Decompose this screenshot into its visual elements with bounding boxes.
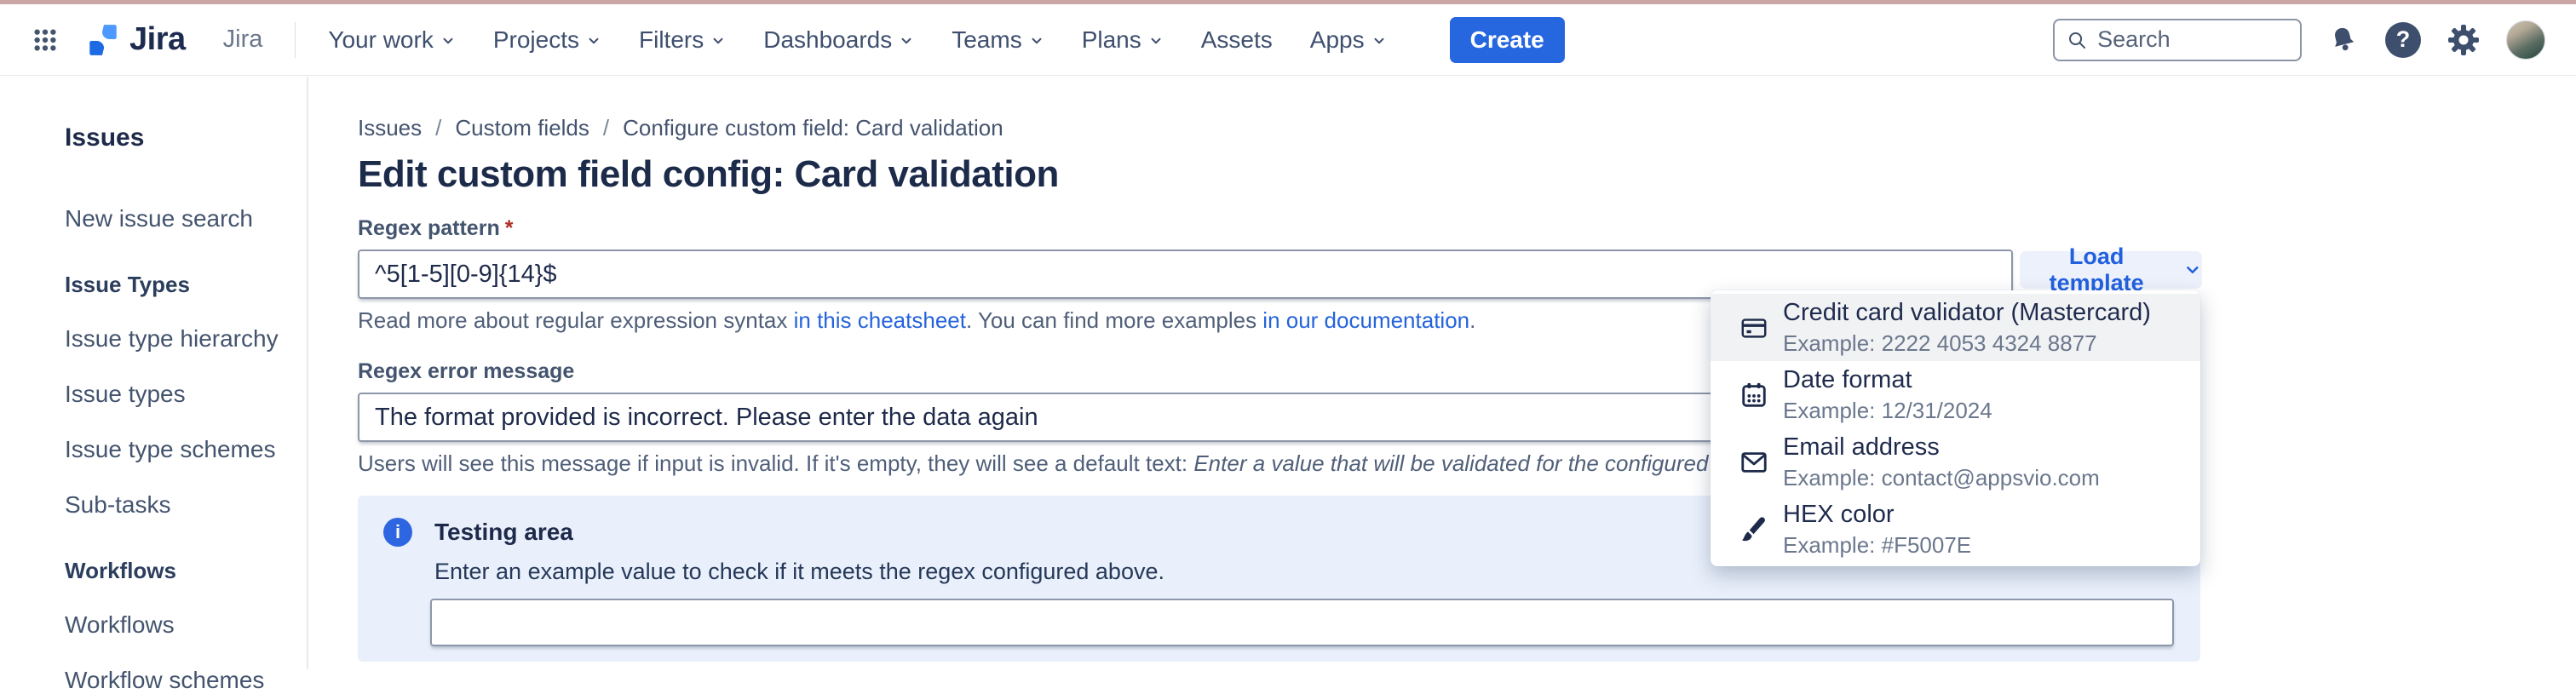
documentation-link[interactable]: in our documentation bbox=[1262, 307, 1469, 333]
top-navbar: Jira Jira Your work Projects Filters Das… bbox=[0, 4, 2576, 76]
help-icon[interactable]: ? bbox=[2385, 22, 2421, 58]
sidebar-item-new-issue-search[interactable]: New issue search bbox=[65, 205, 307, 232]
chevron-down-icon bbox=[903, 39, 911, 43]
info-icon: i bbox=[383, 518, 412, 547]
template-option-title: Credit card validator (Mastercard) bbox=[1783, 299, 2151, 327]
sidebar-title: Issues bbox=[65, 123, 307, 152]
sidebar-group-workflows: Workflows Workflow schemes bbox=[65, 611, 307, 694]
email-icon bbox=[1739, 448, 1768, 477]
testing-area-input[interactable] bbox=[430, 599, 2174, 646]
calendar-icon bbox=[1739, 381, 1768, 410]
jira-logo-icon bbox=[85, 22, 121, 58]
sidebar-item-issue-types[interactable]: Issue types bbox=[65, 381, 307, 408]
chevron-down-icon bbox=[1152, 39, 1159, 43]
navbar-left: Jira Jira Your work Projects Filters Das… bbox=[31, 17, 1565, 63]
template-option-date-format[interactable]: Date format Example: 12/31/2024 bbox=[1711, 361, 2200, 428]
sidebar-section-workflows: Workflows bbox=[65, 558, 307, 584]
load-template-button[interactable]: Load template bbox=[2020, 251, 2202, 289]
breadcrumb-separator: / bbox=[435, 115, 441, 141]
main-content: Issues / Custom fields / Configure custo… bbox=[310, 77, 2576, 669]
breadcrumb-custom-fields[interactable]: Custom fields bbox=[455, 115, 589, 141]
sidebar-group-issue-types: Issue type hierarchy Issue types Issue t… bbox=[65, 325, 307, 519]
sidebar-item-issue-type-schemes[interactable]: Issue type schemes bbox=[65, 436, 307, 463]
navbar-menu: Your work Projects Filters Dashboards Te… bbox=[328, 26, 1386, 54]
navbar-divider bbox=[295, 22, 296, 58]
navbar-right: ? bbox=[2053, 19, 2545, 61]
required-asterisk: * bbox=[505, 216, 514, 240]
chevron-down-icon bbox=[1375, 39, 1383, 43]
template-option-hex-color[interactable]: HEX color Example: #F5007E bbox=[1711, 496, 2200, 563]
chevron-down-icon bbox=[715, 39, 722, 43]
sidebar-item-sub-tasks[interactable]: Sub-tasks bbox=[65, 491, 307, 519]
paintbrush-icon bbox=[1739, 515, 1768, 544]
template-option-title: HEX color bbox=[1783, 501, 1971, 529]
page-title: Edit custom field config: Card validatio… bbox=[358, 153, 2576, 196]
sidebar-section-issue-types: Issue Types bbox=[65, 272, 307, 298]
regex-pattern-label: Regex pattern* bbox=[358, 216, 2576, 241]
nav-item-assets[interactable]: Assets bbox=[1201, 26, 1273, 54]
search-input[interactable] bbox=[2097, 26, 2288, 53]
nav-item-plans[interactable]: Plans bbox=[1082, 26, 1164, 54]
template-option-example: Example: contact@appsvio.com bbox=[1783, 465, 2100, 491]
regex-pattern-help: Read more about regular expression synta… bbox=[358, 307, 2576, 334]
chevron-down-icon bbox=[590, 39, 598, 43]
create-button[interactable]: Create bbox=[1450, 17, 1565, 63]
nav-item-dashboards[interactable]: Dashboards bbox=[763, 26, 914, 54]
search-icon bbox=[2067, 28, 2087, 52]
breadcrumb-issues[interactable]: Issues bbox=[358, 115, 422, 141]
template-option-example: Example: 2222 4053 4324 8877 bbox=[1783, 330, 2151, 357]
chevron-down-icon bbox=[444, 39, 451, 43]
regex-error-message-label: Regex error message bbox=[358, 359, 2576, 384]
template-option-example: Example: 12/31/2024 bbox=[1783, 398, 1992, 424]
template-option-title: Date format bbox=[1783, 366, 1992, 394]
template-option-email-address[interactable]: Email address Example: contact@appsvio.c… bbox=[1711, 428, 2200, 496]
regex-pattern-row: Load template bbox=[358, 249, 2576, 299]
load-template-dropdown: Credit card validator (Mastercard) Examp… bbox=[1711, 290, 2200, 566]
sidebar-item-workflow-schemes[interactable]: Workflow schemes bbox=[65, 667, 307, 694]
settings-sidebar: Issues New issue search Issue Types Issu… bbox=[0, 77, 308, 669]
cheatsheet-link[interactable]: in this cheatsheet bbox=[794, 307, 966, 333]
global-search[interactable] bbox=[2053, 19, 2302, 61]
regex-error-message-help: Users will see this message if input is … bbox=[358, 450, 2576, 477]
user-avatar[interactable] bbox=[2506, 20, 2545, 60]
breadcrumb-configure-custom-field[interactable]: Configure custom field: Card validation bbox=[623, 115, 1003, 141]
app-switcher-icon[interactable] bbox=[31, 26, 60, 54]
notifications-bell-icon[interactable] bbox=[2327, 24, 2360, 56]
sidebar-item-issue-type-hierarchy[interactable]: Issue type hierarchy bbox=[65, 325, 307, 353]
chevron-down-icon bbox=[2183, 261, 2202, 279]
nav-item-projects[interactable]: Projects bbox=[493, 26, 601, 54]
breadcrumb: Issues / Custom fields / Configure custo… bbox=[358, 115, 2576, 141]
site-name: Jira bbox=[223, 26, 263, 54]
template-option-example: Example: #F5007E bbox=[1783, 532, 1971, 559]
settings-gear-icon[interactable] bbox=[2447, 23, 2481, 57]
nav-item-teams[interactable]: Teams bbox=[952, 26, 1044, 54]
jira-wordmark: Jira bbox=[129, 21, 186, 58]
breadcrumb-separator: / bbox=[603, 115, 609, 141]
testing-area-title: Testing area bbox=[434, 519, 573, 546]
nav-item-filters[interactable]: Filters bbox=[639, 26, 726, 54]
nav-item-your-work[interactable]: Your work bbox=[328, 26, 455, 54]
jira-logo[interactable]: Jira bbox=[85, 21, 186, 58]
credit-card-icon bbox=[1739, 313, 1768, 342]
chevron-down-icon bbox=[1032, 39, 1040, 43]
template-option-credit-card[interactable]: Credit card validator (Mastercard) Examp… bbox=[1711, 294, 2200, 361]
nav-item-apps[interactable]: Apps bbox=[1310, 26, 1387, 54]
sidebar-item-workflows[interactable]: Workflows bbox=[65, 611, 307, 639]
template-option-title: Email address bbox=[1783, 433, 2100, 462]
